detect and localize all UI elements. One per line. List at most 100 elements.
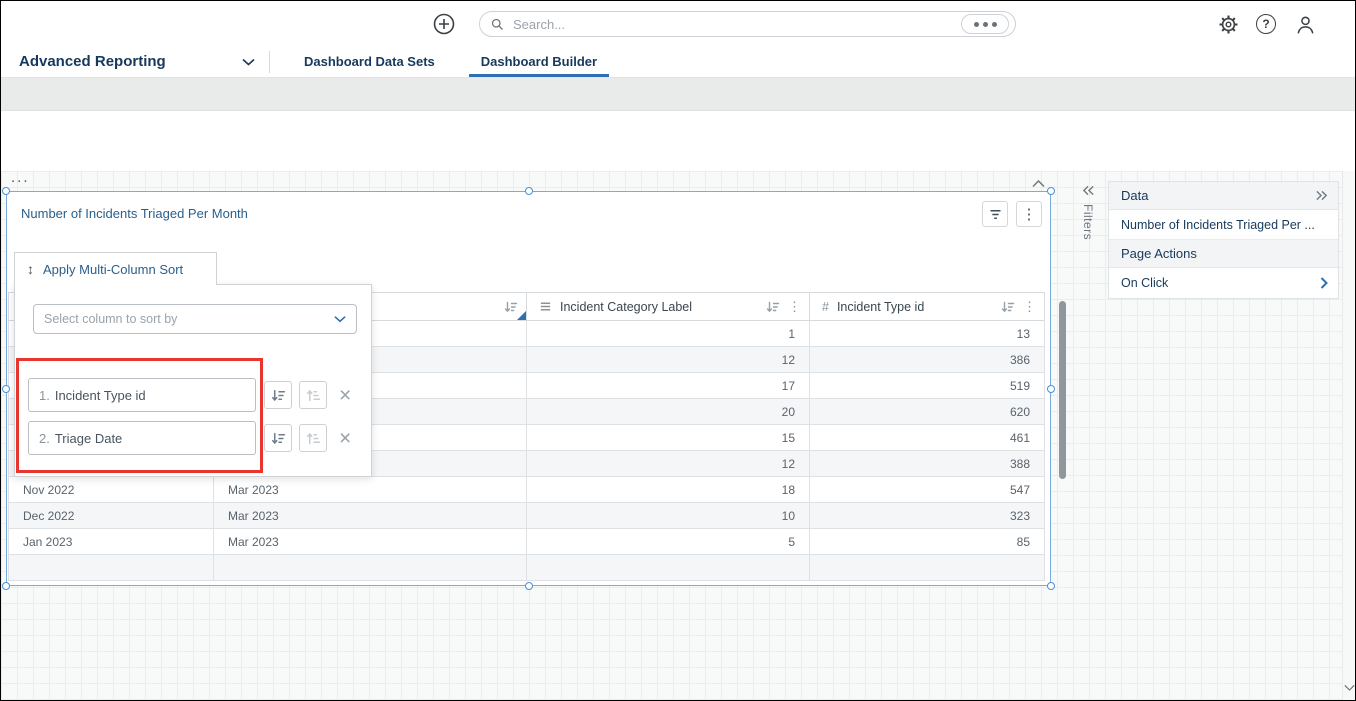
sort-descending-icon bbox=[306, 431, 321, 446]
sort-entry-row: 1. Incident Type id × bbox=[28, 378, 351, 412]
page-actions-section-header[interactable]: Page Actions bbox=[1109, 240, 1338, 268]
help-button[interactable]: ? bbox=[1254, 12, 1278, 36]
user-menu-button[interactable] bbox=[1293, 12, 1317, 36]
subheader-band bbox=[1, 78, 1355, 111]
resize-handle[interactable] bbox=[1047, 385, 1055, 393]
sort-ascending-icon bbox=[271, 431, 286, 446]
nav-divider bbox=[269, 51, 270, 73]
data-item-number-of-incidents[interactable]: Number of Incidents Triaged Per ... bbox=[1109, 210, 1338, 240]
cell-month bbox=[9, 555, 214, 581]
on-click-item[interactable]: On Click bbox=[1109, 268, 1338, 298]
topbar: ? bbox=[1, 1, 1355, 46]
table-row: Nov 2022Mar 202318547 bbox=[9, 477, 1045, 503]
settings-button[interactable] bbox=[1216, 12, 1240, 36]
right-sidebar-panel: Data Number of Incidents Triaged Per ...… bbox=[1108, 181, 1339, 299]
filter-lines-icon bbox=[988, 207, 1003, 222]
tab-dashboard-data-sets[interactable]: Dashboard Data Sets bbox=[292, 46, 447, 77]
sort-descending-button[interactable] bbox=[299, 381, 327, 409]
window-scrollbar[interactable] bbox=[1342, 171, 1355, 700]
resize-handle[interactable] bbox=[1047, 187, 1055, 195]
sort-descending-icon bbox=[306, 388, 321, 403]
dot-icon bbox=[992, 22, 997, 27]
resize-handle[interactable] bbox=[1047, 582, 1055, 590]
widget-title: Number of Incidents Triaged Per Month bbox=[21, 206, 248, 221]
resize-handle[interactable] bbox=[2, 582, 10, 590]
cell-category: 1 bbox=[527, 321, 810, 347]
resize-handle[interactable] bbox=[2, 385, 10, 393]
sort-icon[interactable] bbox=[766, 300, 780, 314]
dot-icon bbox=[974, 22, 979, 27]
column-header-incident-category-label[interactable]: Incident Category Label ⋮ bbox=[527, 293, 810, 321]
remove-sort-button[interactable]: × bbox=[339, 385, 351, 406]
chevrons-right-icon bbox=[1315, 190, 1328, 201]
remove-sort-button[interactable]: × bbox=[339, 428, 351, 449]
sort-column-select[interactable]: Select column to sort by bbox=[33, 304, 357, 334]
app-window: ? Advanced Reporting Dashboard Data Sets… bbox=[0, 0, 1356, 701]
hamburger-icon bbox=[539, 300, 552, 313]
column-label: Incident Category Label bbox=[560, 300, 692, 314]
filters-label: Filters bbox=[1081, 204, 1095, 240]
sort-icon[interactable] bbox=[1001, 300, 1015, 314]
product-switcher[interactable]: Advanced Reporting bbox=[1, 46, 269, 77]
column-menu-icon[interactable]: ⋮ bbox=[1023, 299, 1036, 315]
apply-multi-column-sort-tab[interactable]: ↕ Apply Multi-Column Sort bbox=[14, 252, 217, 285]
tab-dashboard-builder[interactable]: Dashboard Builder bbox=[469, 46, 609, 77]
sort-entry-field[interactable]: 2. Triage Date bbox=[28, 421, 256, 455]
builder-toolbar: Add Chart T bbox=[1, 111, 1355, 171]
column-header-incident-type-id[interactable]: # Incident Type id ⋮ bbox=[810, 293, 1045, 321]
widget-menu-button[interactable]: ⋮ bbox=[1016, 201, 1042, 227]
cell-valid-from bbox=[214, 555, 527, 581]
plus-circle-icon bbox=[432, 12, 456, 36]
sort-entry-label: Incident Type id bbox=[55, 388, 146, 403]
table-row: Jan 2023Mar 2023585 bbox=[9, 529, 1045, 555]
cell-category: 15 bbox=[527, 425, 810, 451]
cell-month: Nov 2022 bbox=[9, 477, 214, 503]
sort-entry-field[interactable]: 1. Incident Type id bbox=[28, 378, 256, 412]
hash-icon: # bbox=[822, 300, 829, 314]
add-new-button[interactable] bbox=[432, 12, 456, 36]
navbar: Advanced Reporting Dashboard Data Sets D… bbox=[1, 46, 1355, 78]
search-bar[interactable] bbox=[479, 11, 1016, 37]
cell-type-id: 547 bbox=[810, 477, 1045, 503]
cell-month: Dec 2022 bbox=[9, 503, 214, 529]
sort-descending-button[interactable] bbox=[299, 424, 327, 452]
scroll-down-arrow[interactable] bbox=[1344, 678, 1355, 696]
canvas-scrollbar-thumb[interactable] bbox=[1059, 301, 1066, 479]
resize-handle[interactable] bbox=[2, 187, 10, 195]
resize-handle[interactable] bbox=[525, 582, 533, 590]
column-menu-icon[interactable]: ⋮ bbox=[788, 299, 801, 315]
table-row: Dec 2022Mar 202310323 bbox=[9, 503, 1045, 529]
gear-icon bbox=[1217, 13, 1240, 36]
page-actions-header-label: Page Actions bbox=[1121, 246, 1197, 261]
search-input[interactable] bbox=[513, 17, 961, 32]
kebab-icon: ⋮ bbox=[1022, 207, 1037, 222]
sort-tab-title: Apply Multi-Column Sort bbox=[43, 262, 183, 277]
filters-collapse-strip[interactable]: Filters bbox=[1081, 185, 1095, 240]
chevron-right-icon bbox=[1320, 277, 1328, 289]
cell-type-id: 85 bbox=[810, 529, 1045, 555]
cell-type-id: 519 bbox=[810, 373, 1045, 399]
sort-entry-order: 1. bbox=[39, 388, 50, 403]
chevron-down-icon bbox=[1344, 684, 1355, 691]
sort-ascending-button[interactable] bbox=[264, 424, 292, 452]
chevrons-left-icon bbox=[1082, 185, 1095, 196]
resize-handle[interactable] bbox=[525, 187, 533, 195]
product-label: Advanced Reporting bbox=[19, 53, 166, 70]
column-label: Incident Type id bbox=[837, 300, 924, 314]
column-resize-indicator[interactable] bbox=[517, 311, 526, 320]
data-header-label: Data bbox=[1121, 188, 1148, 203]
table-widget[interactable]: Number of Incidents Triaged Per Month ⋮ bbox=[6, 191, 1051, 586]
canvas-drag-handle[interactable]: ... bbox=[11, 169, 30, 186]
cell-category: 12 bbox=[527, 451, 810, 477]
more-options-pill[interactable] bbox=[961, 14, 1009, 34]
cell-category: 5 bbox=[527, 529, 810, 555]
cell-type-id: 386 bbox=[810, 347, 1045, 373]
widget-filter-button[interactable] bbox=[982, 201, 1008, 227]
sort-ascending-button[interactable] bbox=[264, 381, 292, 409]
sort-icon[interactable] bbox=[504, 300, 518, 314]
question-glyph: ? bbox=[1262, 17, 1269, 31]
sort-updown-icon: ↕ bbox=[27, 261, 34, 277]
cell-category: 10 bbox=[527, 503, 810, 529]
cell-category: 20 bbox=[527, 399, 810, 425]
data-section-header[interactable]: Data bbox=[1109, 182, 1338, 210]
